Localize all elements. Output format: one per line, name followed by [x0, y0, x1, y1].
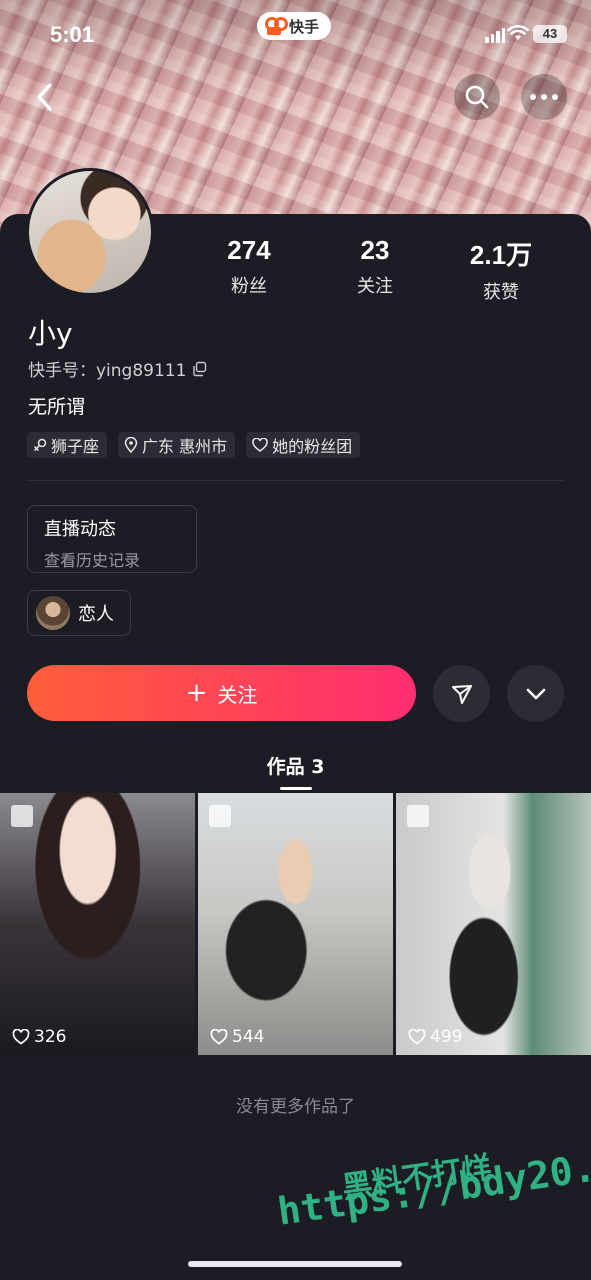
like-count: 326 — [12, 1027, 66, 1047]
kuaishou-id: 快手号：ying89111 — [28, 361, 187, 381]
send-message-button[interactable] — [433, 665, 490, 722]
heart-outline-icon — [252, 438, 268, 452]
like-count: 499 — [408, 1027, 462, 1047]
stat-following[interactable]: 23 关注 — [310, 235, 440, 298]
stat-number: 2.1万 — [469, 240, 533, 270]
kuaishou-id-row: 快手号：ying89111 — [28, 356, 208, 381]
tab-underline — [280, 787, 312, 790]
tag-label: 她的粉丝团 — [272, 437, 353, 456]
expand-more-button[interactable] — [507, 665, 564, 722]
work-item[interactable]: 544 — [198, 793, 393, 1055]
follow-button[interactable]: + 关注 — [27, 665, 416, 721]
stat-label: 关注 — [357, 276, 393, 297]
like-count-text: 544 — [232, 1027, 265, 1047]
back-button[interactable] — [22, 74, 68, 120]
no-more-works-text: 没有更多作品了 — [236, 1097, 355, 1117]
chevron-left-icon — [37, 83, 52, 111]
tag-fan-club[interactable]: 她的粉丝团 — [246, 432, 361, 458]
signal-icon — [485, 28, 505, 43]
stat-number: 274 — [227, 235, 271, 265]
live-card-subtitle: 查看历史记录 — [44, 551, 141, 570]
avatar[interactable] — [26, 168, 154, 296]
image-post-icon — [407, 805, 429, 827]
heart-icon — [408, 1029, 426, 1045]
heart-icon — [12, 1029, 30, 1045]
work-item[interactable]: 326 — [0, 793, 195, 1055]
stat-followers[interactable]: 274 粉丝 — [184, 235, 314, 298]
live-card-title: 直播动态 — [44, 519, 116, 540]
zodiac-icon — [34, 438, 47, 451]
stat-number: 23 — [360, 235, 390, 265]
section-divider — [27, 480, 564, 481]
search-button[interactable] — [454, 74, 500, 120]
send-icon — [451, 684, 472, 704]
status-bar: 5:01 快手 43 — [0, 0, 591, 72]
stat-label: 获赞 — [483, 282, 519, 303]
live-history-card[interactable]: 直播动态 查看历史记录 — [27, 505, 197, 573]
relation-lover-chip[interactable]: 恋人 — [27, 590, 131, 636]
lover-avatar — [36, 596, 70, 630]
wifi-icon — [507, 25, 529, 40]
tag-label: 广东 惠州市 — [142, 437, 228, 456]
follow-label: 关注 — [217, 682, 258, 707]
more-dots-icon — [530, 94, 558, 100]
chevron-down-icon — [526, 688, 545, 699]
heart-icon — [210, 1029, 228, 1045]
home-indicator[interactable] — [188, 1261, 402, 1267]
copy-icon[interactable] — [192, 361, 208, 377]
status-time: 5:01 — [50, 22, 95, 47]
profile-tags: 狮子座 广东 惠州市 她的粉丝团 — [27, 432, 361, 458]
stat-likes[interactable]: 2.1万 获赞 — [436, 235, 566, 304]
tag-location[interactable]: 广东 惠州市 — [118, 432, 236, 458]
search-icon — [465, 85, 489, 109]
tab-works[interactable]: 作品 3 — [0, 752, 591, 779]
nickname: 小y — [28, 317, 73, 350]
relation-label: 恋人 — [78, 604, 114, 625]
image-post-icon — [11, 805, 33, 827]
app-indicator-pill[interactable]: 快手 — [257, 12, 332, 40]
kuaishou-logo-icon — [265, 17, 288, 35]
location-pin-icon — [124, 437, 138, 453]
more-options-button[interactable] — [521, 74, 567, 120]
app-name: 快手 — [289, 17, 320, 36]
like-count-text: 499 — [430, 1027, 463, 1047]
like-count-text: 326 — [34, 1027, 67, 1047]
image-post-icon — [209, 805, 231, 827]
tag-zodiac[interactable]: 狮子座 — [27, 432, 108, 458]
tag-label: 狮子座 — [51, 437, 100, 456]
stat-label: 粉丝 — [231, 276, 267, 297]
like-count: 544 — [210, 1027, 264, 1047]
works-grid: 326 544 499 — [0, 793, 591, 1055]
battery-indicator: 43 — [533, 25, 567, 43]
work-item[interactable]: 499 — [396, 793, 591, 1055]
bio: 无所谓 — [28, 396, 86, 418]
plus-icon: + — [185, 678, 208, 708]
